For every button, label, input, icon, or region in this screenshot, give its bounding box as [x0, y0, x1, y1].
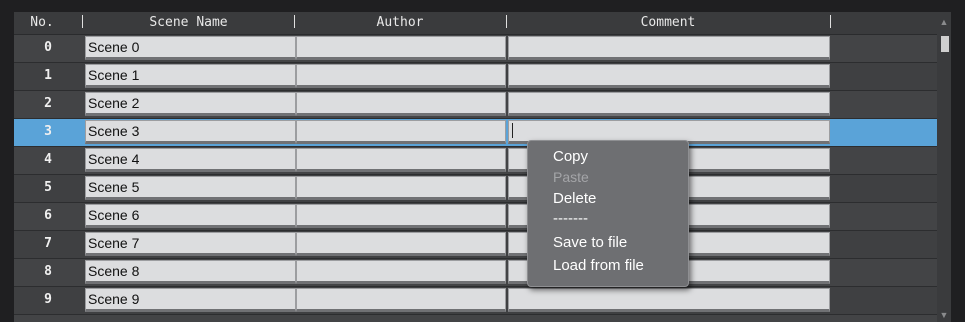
menu-separator: ------- — [553, 210, 588, 227]
table-header: No. Scene Name Author Comment — [14, 12, 951, 35]
comment-field[interactable] — [508, 288, 830, 312]
comment-field[interactable] — [508, 64, 830, 88]
row-number: 8 — [44, 264, 52, 279]
scene-name-field[interactable]: Scene 1 — [85, 64, 296, 88]
scene-name-field[interactable]: Scene 0 — [85, 36, 296, 60]
scene-name-field[interactable]: Scene 5 — [85, 176, 296, 200]
row-number: 5 — [44, 180, 52, 195]
scene-name-field[interactable]: Scene 6 — [85, 204, 296, 228]
row-number: 0 — [44, 40, 52, 55]
table-row[interactable]: 8 Scene 8 — [14, 259, 951, 287]
table-row[interactable]: 7 Scene 7 — [14, 231, 951, 259]
table-row[interactable]: 9 Scene 9 — [14, 287, 951, 315]
column-divider[interactable] — [506, 15, 507, 28]
row-number: 2 — [44, 96, 52, 111]
scene-name-field[interactable]: Scene 3 — [85, 120, 296, 144]
text-cursor — [512, 123, 513, 138]
table-row[interactable]: 2 Scene 2 — [14, 91, 951, 119]
scene-name-field[interactable]: Scene 2 — [85, 92, 296, 116]
menu-item-delete[interactable]: Delete — [528, 187, 688, 210]
scene-name-field[interactable]: Scene 4 — [85, 148, 296, 172]
header-author[interactable]: Author — [296, 12, 504, 34]
table-row[interactable]: 1 Scene 1 — [14, 63, 951, 91]
author-field[interactable] — [296, 120, 506, 144]
author-field[interactable] — [296, 64, 506, 88]
scroll-thumb[interactable] — [941, 36, 949, 52]
table-row[interactable]: 5 Scene 5 — [14, 175, 951, 203]
scene-name-field[interactable]: Scene 9 — [85, 288, 296, 312]
author-field[interactable] — [296, 260, 506, 284]
vertical-scrollbar[interactable]: ▲ ▼ — [937, 12, 951, 322]
header-scene-name[interactable]: Scene Name — [85, 12, 292, 34]
comment-field[interactable] — [508, 36, 830, 60]
header-comment[interactable]: Comment — [508, 12, 828, 34]
author-field[interactable] — [296, 176, 506, 200]
row-number: 3 — [44, 124, 52, 139]
menu-item-paste: Paste — [553, 169, 589, 185]
table-row-selected[interactable]: 3 Scene 3 — [14, 119, 951, 147]
scene-table: No. Scene Name Author Comment 0 Scene 0 … — [14, 12, 951, 322]
column-divider[interactable] — [294, 15, 295, 28]
column-divider[interactable] — [830, 15, 831, 28]
row-number: 9 — [44, 292, 52, 307]
menu-item-load-from-file[interactable]: Load from file — [528, 254, 688, 277]
row-number: 1 — [44, 68, 52, 83]
author-field[interactable] — [296, 232, 506, 256]
comment-field[interactable] — [508, 92, 830, 116]
context-menu: Copy Paste Delete ------- Save to file L… — [527, 140, 689, 287]
row-number: 7 — [44, 236, 52, 251]
menu-item-save-to-file[interactable]: Save to file — [528, 231, 688, 254]
author-field[interactable] — [296, 148, 506, 172]
author-field[interactable] — [296, 92, 506, 116]
table-row[interactable]: 4 Scene 4 — [14, 147, 951, 175]
author-field[interactable] — [296, 288, 506, 312]
scene-name-field[interactable]: Scene 7 — [85, 232, 296, 256]
table-row[interactable]: 0 Scene 0 — [14, 35, 951, 63]
chevron-up-icon[interactable]: ▲ — [939, 17, 949, 27]
menu-item-copy[interactable]: Copy — [528, 145, 688, 168]
scene-name-field[interactable]: Scene 8 — [85, 260, 296, 284]
row-number: 4 — [44, 152, 52, 167]
header-no[interactable]: No. — [14, 12, 70, 34]
author-field[interactable] — [296, 36, 506, 60]
author-field[interactable] — [296, 204, 506, 228]
column-divider[interactable] — [82, 15, 83, 28]
row-number: 6 — [44, 208, 52, 223]
table-row[interactable]: 6 Scene 6 — [14, 203, 951, 231]
chevron-down-icon[interactable]: ▼ — [939, 310, 949, 320]
